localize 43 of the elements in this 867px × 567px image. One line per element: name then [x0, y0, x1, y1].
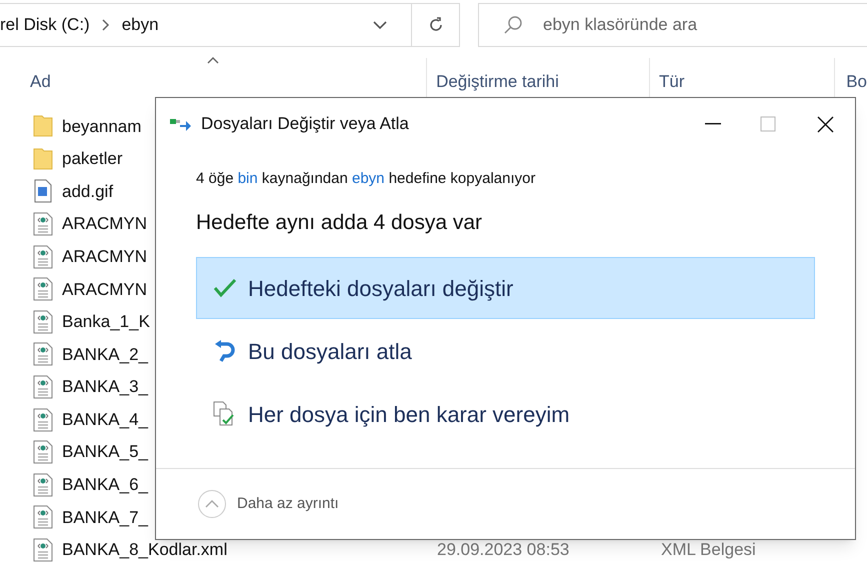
option-button[interactable]: Hedefteki dosyaları değiştir: [196, 257, 815, 319]
address-bar[interactable]: rel Disk (C:) ebyn: [0, 3, 412, 47]
xml-file-icon: [33, 538, 53, 562]
xml-file-icon: [33, 505, 53, 530]
refresh-button[interactable]: [412, 3, 460, 47]
chevron-up-circle-icon: [197, 489, 227, 519]
minimize-icon: [704, 123, 720, 125]
checkmark-icon: [211, 278, 239, 298]
chevron-down-icon[interactable]: [373, 20, 387, 30]
image-file-icon: [33, 179, 53, 204]
close-icon: [816, 116, 834, 132]
link[interactable]: bin: [238, 170, 258, 187]
xml-file-icon: [33, 375, 53, 400]
option-button[interactable]: Her dosya için ben karar vereyim: [196, 383, 815, 445]
xml-file-icon: [33, 342, 53, 366]
chevron-right-icon: [102, 19, 110, 31]
conflict-heading: Hedefte aynı adda 4 dosya var: [196, 210, 484, 236]
sort-caret-icon: [207, 56, 220, 64]
dialog-title: Dosyaları Değiştir veya Atla: [201, 113, 409, 136]
xml-file-icon: [33, 408, 53, 432]
xml-file-icon: [33, 440, 53, 464]
search-box[interactable]: ebyn klasöründe ara: [478, 3, 867, 47]
copy-arrow-icon: [170, 117, 192, 131]
folder-icon: [33, 114, 53, 138]
xml-file-icon: [33, 244, 53, 269]
column-header[interactable]: Ad: [0, 58, 426, 98]
search-field[interactable]: ebyn klasöründe ara: [543, 12, 867, 38]
file-type: XML Belgesi: [660, 539, 756, 562]
breadcrumb-item[interactable]: rel Disk (C:): [0, 12, 90, 38]
option-button[interactable]: Bu dosyaları atla: [196, 320, 815, 382]
fewer-details-button[interactable]: Daha az ayrıntı: [197, 489, 339, 519]
link[interactable]: ebyn: [352, 170, 385, 187]
folder-icon: [33, 146, 53, 171]
xml-file-icon: [33, 472, 53, 497]
xml-file-icon: [33, 310, 53, 334]
xml-file-icon: [33, 277, 53, 302]
copy-status-text: 4 öğe bin kaynağından ebyn hedefine kopyalanıyor: [196, 169, 536, 189]
maximize-icon: [760, 116, 776, 132]
modified-date: 29.09.2023 08:53: [436, 539, 570, 562]
xml-file-icon: [33, 212, 53, 236]
file-name[interactable]: BANKA_8_Kodlar.xml: [62, 537, 428, 563]
search-icon: [503, 15, 523, 35]
breadcrumb-item[interactable]: ebyn: [122, 12, 159, 38]
